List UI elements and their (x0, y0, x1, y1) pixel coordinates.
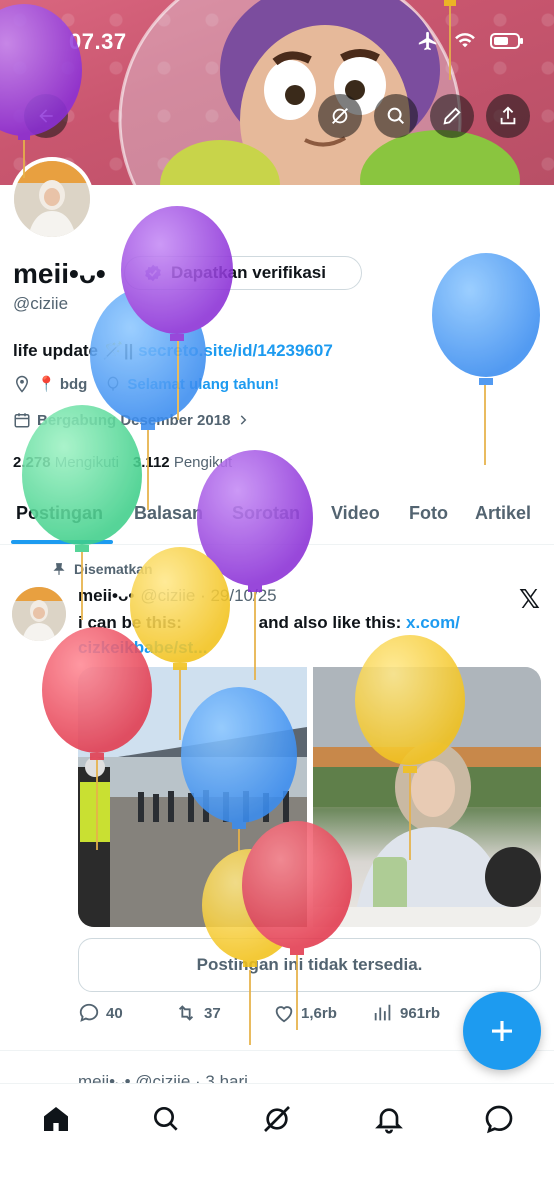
following-stat[interactable]: 2.278 Mengikuti (13, 454, 119, 471)
status-icons (416, 30, 524, 52)
following-label: Mengikuti (54, 454, 119, 471)
post-text-b: and also like this: (258, 613, 402, 632)
views-icon (374, 1004, 391, 1021)
post-meta: @ciziie · 29/10/25 (140, 586, 277, 605)
followers-label: Pengikut (173, 454, 233, 471)
follow-stats: 2.278 Mengikuti 3.112 Pengikut (13, 454, 232, 471)
cafe-photo (312, 667, 541, 927)
profile-bio: life update 🪄|| secreto.site/id/14239607 (13, 341, 333, 361)
repost-icon (178, 1005, 194, 1021)
search-icon (387, 107, 405, 125)
profile-tabs: Postingan Balasan Sorotan Video Foto Art… (0, 495, 554, 545)
post-header: meii•ᴗ• @ciziie · 29/10/25 (78, 586, 277, 606)
share-button[interactable] (486, 94, 530, 138)
home-icon (44, 1107, 68, 1131)
profile-handle: @ciziie (13, 294, 69, 313)
tab-articles[interactable]: Artikel (475, 503, 531, 524)
post-link-b[interactable]: cizkeikbabe/st... (78, 638, 207, 657)
profile-name: meii•ᴗ• (13, 258, 106, 289)
nav-messages[interactable] (482, 1102, 516, 1136)
get-verified-label: Dapatkan verifikasi (171, 263, 326, 282)
profile-avatar[interactable] (10, 157, 94, 241)
back-button[interactable] (24, 94, 68, 138)
post-text: i can be this: and also like this: x.com… (78, 610, 538, 660)
pinned-label: Disematkan (52, 561, 153, 577)
messages-icon (485, 1105, 513, 1134)
location-icon (15, 375, 29, 393)
balloon (90, 287, 206, 510)
tab-highlights[interactable]: Sorotan (232, 503, 300, 524)
grok-icon (264, 1106, 290, 1132)
quoted-post-unavailable[interactable]: Postingan ini tidak tersedia. (78, 938, 541, 992)
share-icon (500, 106, 516, 125)
like-button[interactable]: 1,6rb (273, 1002, 337, 1024)
heart-icon (275, 1006, 293, 1023)
nav-home[interactable] (39, 1102, 73, 1136)
joined-row[interactable]: Bergabung Desember 2018 (13, 411, 250, 429)
tab-posts[interactable]: Postingan (16, 503, 103, 524)
post-text-a: i can be this: (78, 613, 182, 632)
balloon-icon (108, 376, 119, 391)
repost-button[interactable]: 37 (174, 1002, 221, 1024)
pin-icon (53, 563, 65, 575)
wifi-icon (455, 33, 475, 48)
construction-photo (78, 667, 307, 927)
pinned-text: Disematkan (74, 561, 153, 577)
profile-meta-row: 📍 bdg Selamat ulang tahun! (13, 375, 279, 393)
search-icon (154, 1107, 178, 1131)
media-photo-right[interactable] (312, 667, 541, 927)
back-arrow-icon (39, 109, 53, 123)
reply-count: 40 (106, 1004, 123, 1022)
nav-notifications[interactable] (372, 1102, 406, 1136)
post-avatar[interactable] (12, 587, 66, 641)
repost-count: 37 (204, 1004, 221, 1022)
bottom-navigation (0, 1083, 554, 1200)
joined-date: Bergabung Desember 2018 (37, 411, 231, 429)
status-bar: 07.37 (0, 0, 554, 80)
nav-grok[interactable] (260, 1102, 294, 1136)
profile-location: 📍 bdg (37, 376, 88, 393)
grok-button[interactable] (318, 94, 362, 138)
balloon (432, 253, 540, 465)
plus-icon (492, 1021, 512, 1041)
bell-icon (375, 1108, 403, 1134)
tab-video[interactable]: Video (331, 503, 380, 524)
active-tab-indicator (11, 540, 113, 544)
tab-replies[interactable]: Balasan (134, 503, 203, 524)
post-actions: 40 37 1,6rb 961rb (78, 1002, 468, 1026)
bio-text: life update 🪄|| (13, 341, 139, 360)
battery-icon (490, 33, 523, 49)
reply-icon (79, 1003, 99, 1022)
followers-stat[interactable]: 3.112 Pengikut (133, 454, 232, 471)
followers-count: 3.112 (132, 454, 170, 471)
get-verified-button[interactable]: Dapatkan verifikasi (124, 256, 362, 290)
post-media (78, 667, 541, 927)
post-author-name[interactable]: meii•ᴗ• (78, 586, 134, 606)
birthday-link[interactable]: Selamat ulang tahun! (127, 376, 279, 393)
views-count: 961rb (400, 1004, 441, 1022)
grok-icon (332, 108, 348, 124)
profile-banner[interactable]: 07.37 (0, 0, 554, 185)
like-count: 1,6rb (301, 1004, 337, 1022)
avatar-image (14, 161, 90, 237)
chevron-right-icon (241, 415, 247, 425)
search-button[interactable] (374, 94, 418, 138)
compose-post-button[interactable] (463, 992, 541, 1070)
bio-link[interactable]: secreto.site/id/14239607 (138, 341, 333, 360)
following-count: 2.278 (13, 454, 51, 471)
views-button[interactable]: 961rb (372, 1002, 440, 1024)
calendar-icon (14, 413, 30, 428)
edit-icon (443, 107, 461, 125)
media-photo-left[interactable] (78, 667, 307, 927)
edit-button[interactable] (430, 94, 474, 138)
reply-button[interactable]: 40 (78, 1002, 123, 1024)
nav-search[interactable] (149, 1102, 183, 1136)
airplane-icon (418, 31, 437, 51)
tab-photos[interactable]: Foto (409, 503, 448, 524)
post-avatar-image (12, 587, 66, 641)
post-link-a[interactable]: x.com/ (406, 613, 460, 632)
status-time: 07.37 (69, 29, 127, 54)
verified-badge-icon (145, 264, 161, 282)
